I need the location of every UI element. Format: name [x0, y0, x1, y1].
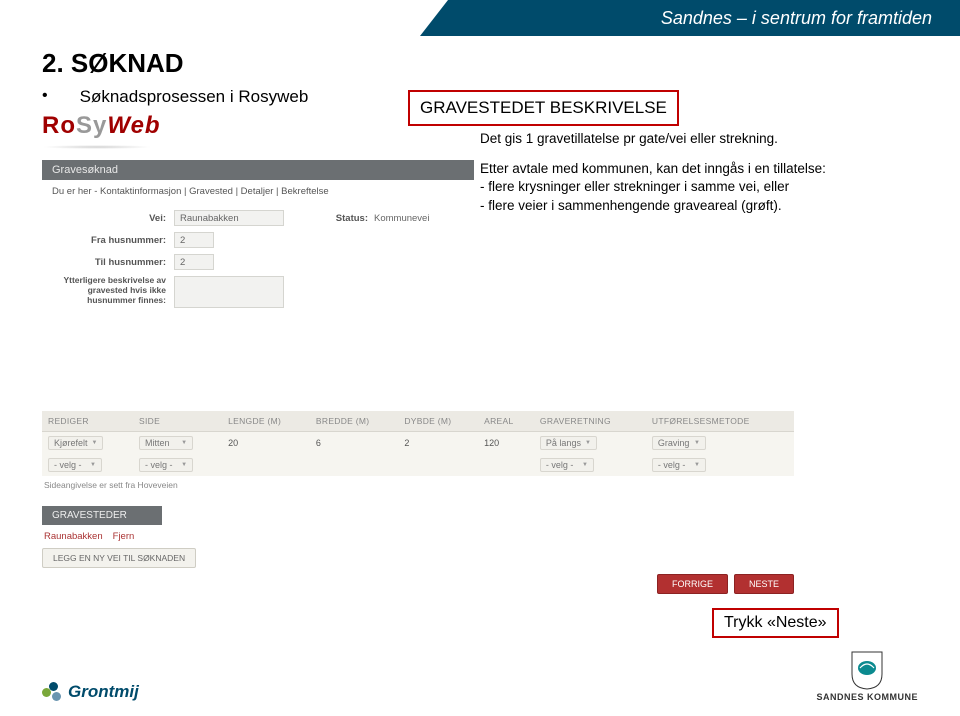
sandnes-text: SANDNES KOMMUNE — [816, 692, 918, 702]
cell-dybde: 2 — [398, 432, 478, 455]
section-title-box: GRAVESTEDET BESKRIVELSE — [408, 90, 679, 126]
grontmij-icon — [42, 682, 62, 702]
table-row: - velg - - velg - - velg - - velg - — [42, 454, 794, 476]
dd-side[interactable]: Mitten — [139, 436, 193, 450]
neste-callout: Trykk «Neste» — [712, 608, 839, 638]
bullet-dot: • — [42, 87, 48, 105]
label-vei: Vei: — [52, 213, 174, 224]
th-areal: AREAL — [478, 411, 534, 432]
app-nav: FORRIGE NESTE — [42, 574, 794, 594]
th-side: SIDE — [133, 411, 222, 432]
dd-metode-2[interactable]: - velg - — [652, 458, 706, 472]
dd-side-2[interactable]: - velg - — [139, 458, 193, 472]
label-status: Status: — [314, 213, 374, 224]
row-til: Til husnummer: 2 — [42, 251, 474, 273]
gravesteder-header: GRAVESTEDER — [42, 506, 162, 525]
label-til: Til husnummer: — [52, 257, 174, 268]
ribbon-text: Sandnes – i sentrum for framtiden — [661, 8, 932, 29]
row-ytterligere: Ytterligere beskrivelse av gravested hvi… — [42, 273, 474, 311]
section-title-text: GRAVESTEDET BESKRIVELSE — [420, 98, 667, 117]
app-screenshot: Gravesøknad Du er her - Kontaktinformasj… — [42, 160, 794, 594]
th-bredde: BREDDE (M) — [310, 411, 398, 432]
breadcrumb: Du er her - Kontaktinformasjon | Gravest… — [42, 180, 474, 207]
rosyweb-shadow — [42, 145, 152, 149]
dd-rediger-2[interactable]: - velg - — [48, 458, 102, 472]
input-vei[interactable]: Raunabakken — [174, 210, 284, 226]
side-p1: Det gis 1 gravetillatelse pr gate/vei el… — [480, 130, 900, 148]
side-label: Sideangivelse er sett fra Hoveveien — [42, 476, 794, 498]
top-ribbon: Sandnes – i sentrum for framtiden — [420, 0, 960, 36]
sandnes-shield-icon — [850, 650, 884, 690]
row-vei: Vei: Raunabakken Status: Kommunevei — [42, 207, 474, 229]
slide-title: 2. SØKNAD — [42, 48, 918, 79]
cell-lengde: 20 — [222, 432, 310, 455]
label-fra: Fra husnummer: — [52, 235, 174, 246]
prev-button[interactable]: FORRIGE — [657, 574, 728, 594]
dd-retning[interactable]: På langs — [540, 436, 597, 450]
gs-remove[interactable]: Fjern — [113, 531, 135, 542]
cell-areal: 120 — [478, 432, 534, 455]
th-dybde: DYBDE (M) — [398, 411, 478, 432]
cell-bredde: 6 — [310, 432, 398, 455]
input-ytterligere[interactable] — [174, 276, 284, 308]
dd-rediger[interactable]: Kjørefelt — [48, 436, 103, 450]
table-header-row: REDIGER SIDE LENGDE (M) BREDDE (M) DYBDE… — [42, 411, 794, 432]
grave-table: REDIGER SIDE LENGDE (M) BREDDE (M) DYBDE… — [42, 411, 794, 476]
label-ytterligere: Ytterligere beskrivelse av gravested hvi… — [52, 276, 174, 305]
input-fra[interactable]: 2 — [174, 232, 214, 248]
table-row: Kjørefelt Mitten 20 6 2 120 På langs Gra… — [42, 432, 794, 455]
value-status: Kommunevei — [374, 213, 429, 224]
dd-retning-2[interactable]: - velg - — [540, 458, 594, 472]
add-road-button[interactable]: LEGG EN NY VEI TIL SØKNADEN — [42, 548, 196, 568]
bullet-text: Søknadsprosessen i Rosyweb — [80, 87, 309, 107]
gravesteder-row: Raunabakken Fjern — [42, 525, 794, 548]
next-button[interactable]: NESTE — [734, 574, 794, 594]
grontmij-text: Grontmij — [68, 682, 139, 702]
grontmij-logo: Grontmij — [42, 682, 139, 702]
row-fra: Fra husnummer: 2 — [42, 229, 474, 251]
footer: Grontmij SANDNES KOMMUNE — [42, 650, 918, 702]
th-retning: GRAVERETNING — [534, 411, 646, 432]
gs-item[interactable]: Raunabakken — [44, 531, 103, 542]
dd-metode[interactable]: Graving — [652, 436, 706, 450]
th-metode: UTFØRELSESMETODE — [646, 411, 794, 432]
neste-text: Trykk «Neste» — [724, 614, 827, 631]
app-header: Gravesøknad — [42, 160, 474, 180]
rosyweb-logo: RoSyWeb — [42, 112, 161, 140]
th-rediger: REDIGER — [42, 411, 133, 432]
sandnes-logo: SANDNES KOMMUNE — [816, 650, 918, 702]
input-til[interactable]: 2 — [174, 254, 214, 270]
th-lengde: LENGDE (M) — [222, 411, 310, 432]
